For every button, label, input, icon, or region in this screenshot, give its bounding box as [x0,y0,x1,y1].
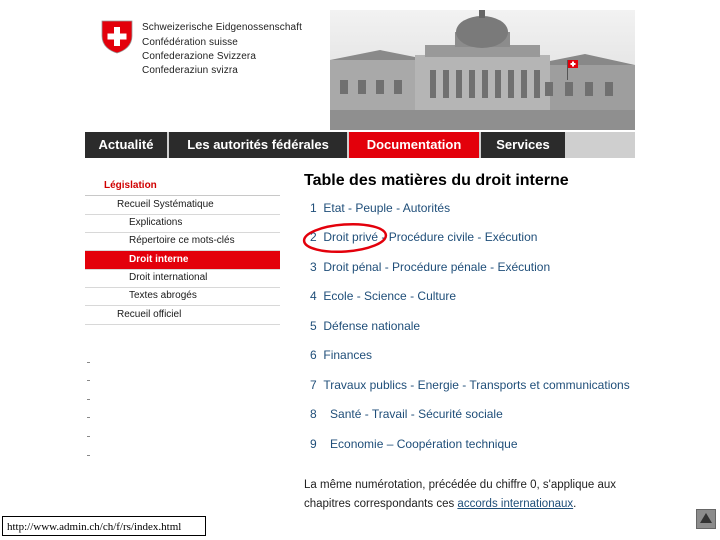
divider-dot [87,436,90,437]
note-line-1: La même numérotation, précédée du chiffr… [304,479,617,491]
nav-autorites-federales[interactable]: Les autorités fédérales [169,132,347,158]
divider-dot [87,399,90,400]
sidebar-item-explications[interactable]: Explications [85,214,280,233]
scroll-top-icon [700,513,712,523]
toc-label: Droit pénal - Procédure pénale - Exécuti… [323,260,551,274]
sidebar-item-recueil-officiel[interactable]: Recueil officiel [85,306,280,325]
toc-label: Finances [323,348,373,362]
toc-item-4[interactable]: 4 Ecole - Science - Culture [310,289,456,303]
toc-number: 7 [310,378,317,392]
org-name-de: Schweizerische Eidgenossenschaft [142,22,302,33]
swiss-cross-icon [101,20,133,54]
toc-label: Economie – Coopération technique [330,437,518,451]
toc-item-6[interactable]: 6 Finances [310,348,372,362]
toc-label: Ecole - Science - Culture [323,289,457,303]
highlight-circle [302,222,388,254]
main-nav: Actualité Les autorités fédérales Docume… [85,132,635,158]
toc-number: 1 [310,201,317,215]
org-name-it: Confederazione Svizzera [142,51,257,62]
sidebar-item-droit-international[interactable]: Droit international [85,269,280,288]
toc-number: 3 [310,260,317,274]
toc-number: 9 [310,437,317,451]
divider-dot [87,362,90,363]
nav-actualite[interactable]: Actualité [85,132,167,158]
scroll-top-button[interactable] [696,509,716,529]
toc-number: 6 [310,348,317,362]
toc-item-5[interactable]: 5 Défense nationale [310,319,420,333]
note-text: chapitres correspondants ces [304,498,455,510]
divider-dot [87,455,90,456]
nav-services[interactable]: Services [481,132,565,158]
org-name-fr: Confédération suisse [142,37,238,48]
toc-item-3[interactable]: 3 Droit pénal - Procédure pénale - Exécu… [310,260,550,274]
toc-label: Défense nationale [323,319,421,333]
sidebar-item-repertoire-mots-cles[interactable]: Répertoire ce mots-clés [85,232,280,251]
sidebar-item-textes-abroges[interactable]: Textes abrogés [85,287,280,306]
toc-item-9[interactable]: 9 Economie – Coopération technique [310,437,518,451]
sidebar-item-legislation[interactable]: Législation [85,177,280,196]
divider-dot [87,380,90,381]
url-caption: http://www.admin.ch/ch/f/rs/index.html [2,516,206,536]
toc-number: 4 [310,289,317,303]
toc-number: 8 [310,407,317,421]
accords-internationaux-link[interactable]: accords internationaux [457,498,573,510]
sidebar-item-droit-interne[interactable]: Droit interne [85,251,280,270]
nav-documentation[interactable]: Documentation [349,132,479,158]
page-title: Table des matières du droit interne [304,172,569,189]
toc-item-1[interactable]: 1 Etat - Peuple - Autorités [310,201,450,215]
note-suffix: . [573,498,577,510]
toc-label: Etat - Peuple - Autorités [323,201,451,215]
toc-label: Travaux publics - Energie - Transports e… [323,378,630,392]
toc-number: 5 [310,319,317,333]
toc-label: Santé - Travail - Sécurité sociale [330,407,503,421]
org-name-rm: Confederaziun svizra [142,65,238,76]
toc-item-8[interactable]: 8 Santé - Travail - Sécurité sociale [310,407,503,421]
sidebar-item-recueil-systematique[interactable]: Recueil Systématique [85,196,280,215]
note-line-2: chapitres correspondants ces accords int… [304,498,576,510]
divider-dot [87,417,90,418]
federal-palace-image [330,10,635,130]
toc-item-7[interactable]: 7 Travaux publics - Energie - Transports… [310,378,630,392]
